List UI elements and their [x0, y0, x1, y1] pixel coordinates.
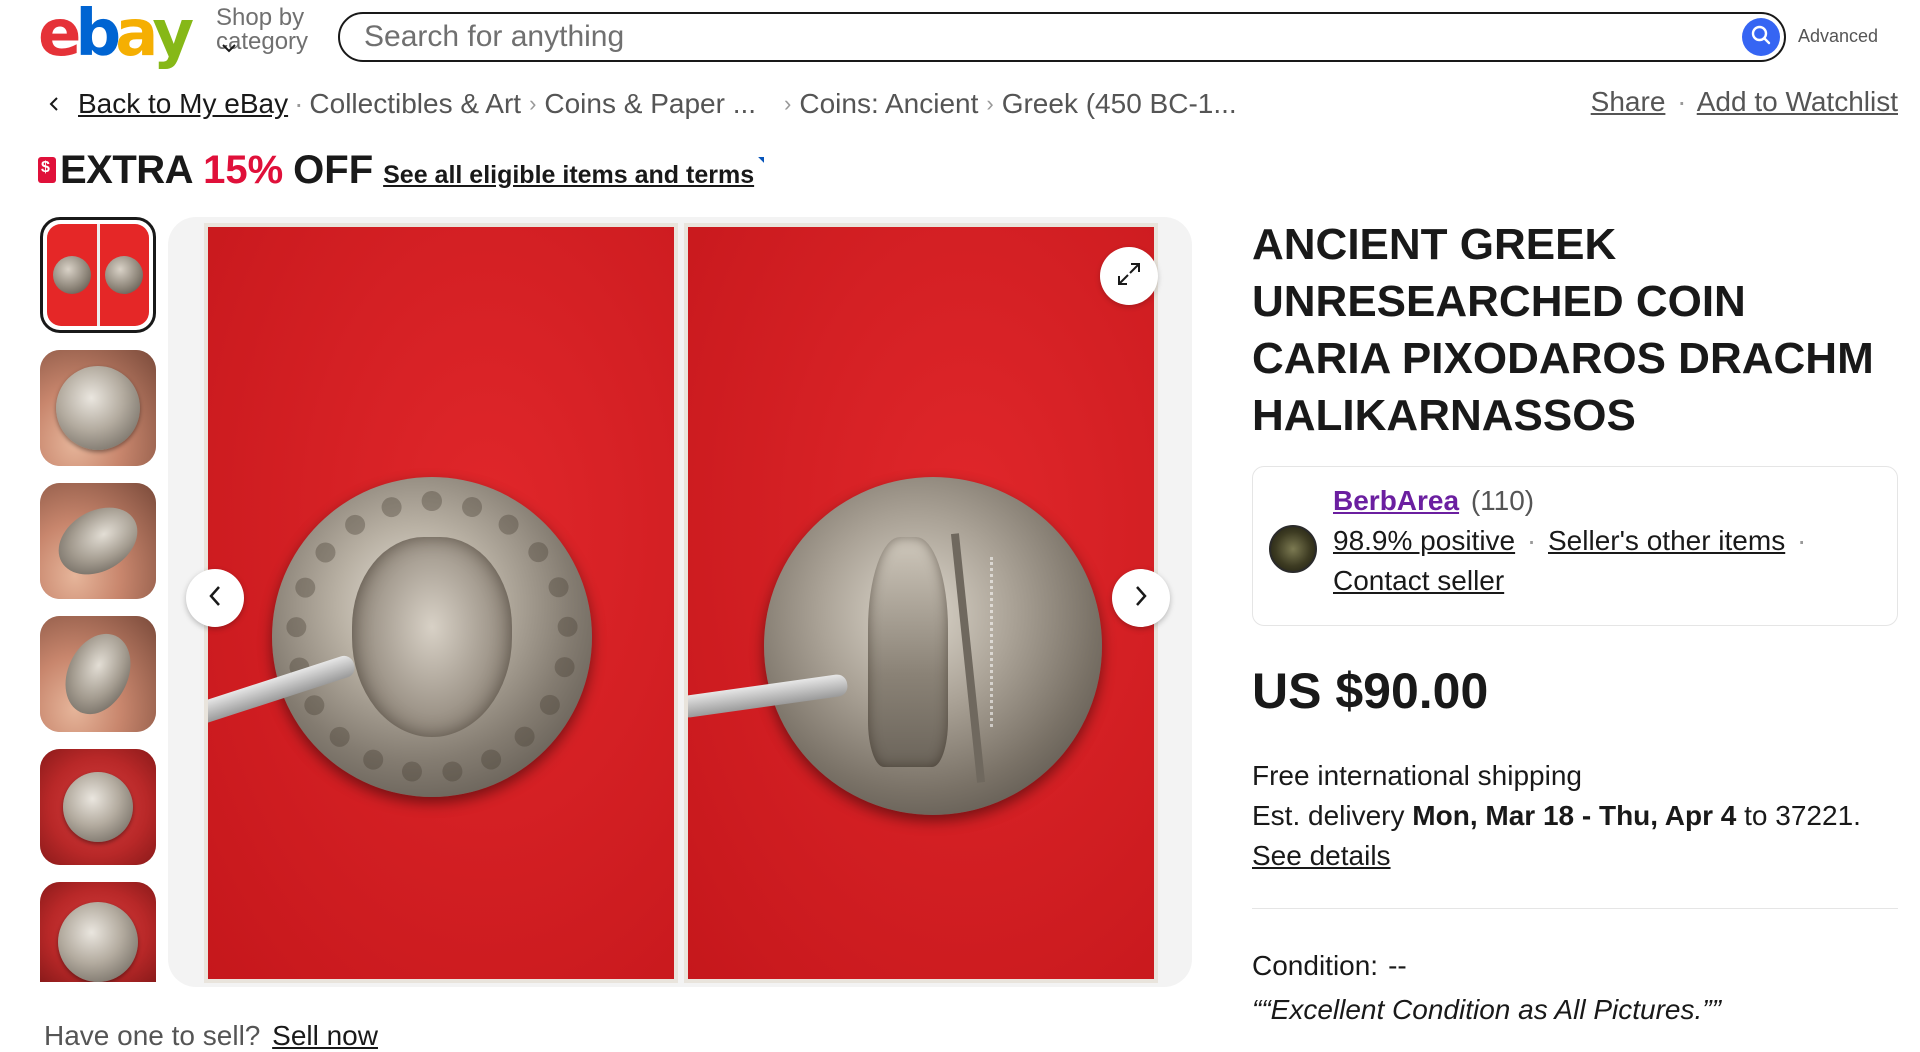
thumbnail-6[interactable]	[40, 882, 156, 982]
chevron-left-icon[interactable]	[40, 90, 68, 118]
logo-letter-y: y	[152, 0, 194, 71]
actions-dot: ·	[1677, 86, 1687, 117]
seller-name-link[interactable]: BerbArea	[1333, 485, 1459, 516]
breadcrumb-actions: Share · Add to Watchlist	[1591, 86, 1898, 118]
seller-feedback-count: (110)	[1470, 485, 1535, 516]
seller-contact-row: Contact seller	[1333, 565, 1504, 597]
coin-icon	[56, 366, 140, 450]
chevron-left-icon	[207, 584, 223, 613]
seller-positive-feedback-link[interactable]: 98.9% positive	[1333, 525, 1515, 556]
seller-avatar[interactable]	[1269, 525, 1317, 573]
breadcrumb-separator: ›	[784, 91, 792, 116]
next-image-button[interactable]	[1112, 569, 1170, 627]
search-icon	[1750, 24, 1772, 51]
promo-banner: EXTRA 15% OFF See all eligible items and…	[38, 146, 765, 194]
thumbnail-image	[47, 224, 149, 326]
condition-quote: ““Excellent Condition as All Pictures.””	[1252, 994, 1721, 1025]
thumbnail-2[interactable]	[40, 350, 156, 466]
ebay-logo[interactable]: ebay	[38, 0, 194, 71]
sell-prompt-text: Have one to sell?	[44, 1020, 261, 1051]
promo-extra-text: EXTRA	[60, 147, 194, 192]
breadcrumb-separator: ›	[986, 91, 994, 116]
breadcrumb-item-collectibles[interactable]: Collectibles & Art	[309, 88, 521, 120]
coin-icon	[58, 902, 138, 982]
main-image-gallery[interactable]	[168, 217, 1192, 987]
previous-image-button[interactable]	[186, 569, 244, 627]
back-to-my-ebay-link[interactable]: Back to My eBay	[78, 88, 288, 120]
expand-image-button[interactable]	[1100, 247, 1158, 305]
sell-now-link[interactable]: Sell now	[272, 1020, 378, 1051]
coupon-tag-icon	[38, 157, 56, 183]
external-link-icon	[758, 157, 765, 163]
chevron-down-icon	[222, 36, 236, 60]
thumbnail-3[interactable]	[40, 483, 156, 599]
coin-reverse-photo	[684, 223, 1158, 983]
promo-percent: 15%	[203, 147, 284, 192]
search-bar	[338, 12, 1786, 62]
add-to-watchlist-link[interactable]: Add to Watchlist	[1697, 86, 1898, 117]
share-link[interactable]: Share	[1591, 86, 1666, 117]
coin-obverse	[272, 477, 592, 797]
condition-value: --	[1388, 950, 1407, 981]
seller-dot: ·	[1797, 525, 1807, 556]
shop-by-label: Shop by	[216, 4, 305, 31]
thumb-half-obverse	[47, 224, 97, 326]
breadcrumb: Back to My eBay · Collectibles & Art › C…	[40, 86, 1237, 122]
logo-letter-e: e	[38, 0, 81, 71]
item-title: ANCIENT GREEK UNRESEARCHED COIN CARIA PI…	[1252, 220, 1874, 440]
seller-other-items-link[interactable]: Seller's other items	[1548, 525, 1785, 556]
see-details-link[interactable]: See details	[1252, 840, 1391, 871]
seller-name-row: BerbArea (110)	[1333, 485, 1534, 517]
logo-letter-b: b	[75, 0, 121, 71]
delivery-suffix: to 37221.	[1744, 800, 1861, 831]
thumbnail-list	[40, 217, 158, 999]
coin-face-detail	[352, 537, 512, 737]
seller-card: BerbArea (110) 98.9% positive · Seller's…	[1252, 466, 1898, 626]
thumbnail-4[interactable]	[40, 616, 156, 732]
chevron-right-icon	[1133, 584, 1149, 613]
promo-terms-link[interactable]: See all eligible items and terms	[383, 161, 754, 190]
item-price: US $90.00	[1252, 663, 1489, 719]
seller-dot: ·	[1526, 525, 1537, 556]
coin-icon	[63, 772, 133, 842]
site-header: ebay Shop by category Advanced	[0, 0, 1920, 72]
search-input[interactable]	[364, 20, 1684, 54]
promo-off-text: OFF	[293, 147, 374, 192]
estimated-delivery: Est. delivery Mon, Mar 18 - Thu, Apr 4 t…	[1252, 800, 1861, 832]
coin-legend-detail	[990, 557, 1020, 727]
delivery-prefix: Est. delivery	[1252, 800, 1405, 831]
coin-staff-detail	[950, 533, 986, 783]
breadcrumb-item-coins-paper[interactable]: Coins & Paper ...	[544, 88, 756, 120]
delivery-dates: Mon, Mar 18 - Thu, Apr 4	[1412, 800, 1737, 831]
thumb-half-reverse	[99, 224, 149, 326]
coin-obverse-photo	[204, 223, 678, 983]
thumbnail-5[interactable]	[40, 749, 156, 865]
seller-links-row: 98.9% positive · Seller's other items ·	[1333, 525, 1810, 557]
breadcrumb-item-greek[interactable]: Greek (450 BC-1...	[1002, 88, 1237, 120]
search-button[interactable]	[1742, 18, 1780, 56]
coin-icon	[105, 256, 144, 294]
shipping-details-row: See details	[1252, 840, 1391, 872]
breadcrumb-dot: ·	[294, 88, 304, 119]
shipping-info: Free international shipping	[1252, 760, 1582, 791]
sell-prompt: Have one to sell? Sell now	[44, 1020, 378, 1052]
contact-seller-link[interactable]: Contact seller	[1333, 565, 1504, 596]
thumbnail-1[interactable]	[40, 217, 156, 333]
expand-icon	[1115, 260, 1143, 293]
advanced-search-link[interactable]: Advanced	[1798, 26, 1878, 47]
shop-by-category-button[interactable]: Shop by category	[216, 6, 326, 54]
coin-figure-detail	[868, 537, 948, 767]
logo-letter-a: a	[115, 0, 158, 71]
coin-icon	[52, 256, 91, 294]
coin-reverse	[764, 477, 1102, 815]
section-divider	[1252, 908, 1898, 909]
condition-label: Condition:	[1252, 950, 1379, 981]
condition-row: Condition: --	[1252, 950, 1407, 982]
breadcrumb-item-coins-ancient[interactable]: Coins: Ancient	[799, 88, 978, 120]
breadcrumb-separator: ›	[529, 91, 537, 116]
